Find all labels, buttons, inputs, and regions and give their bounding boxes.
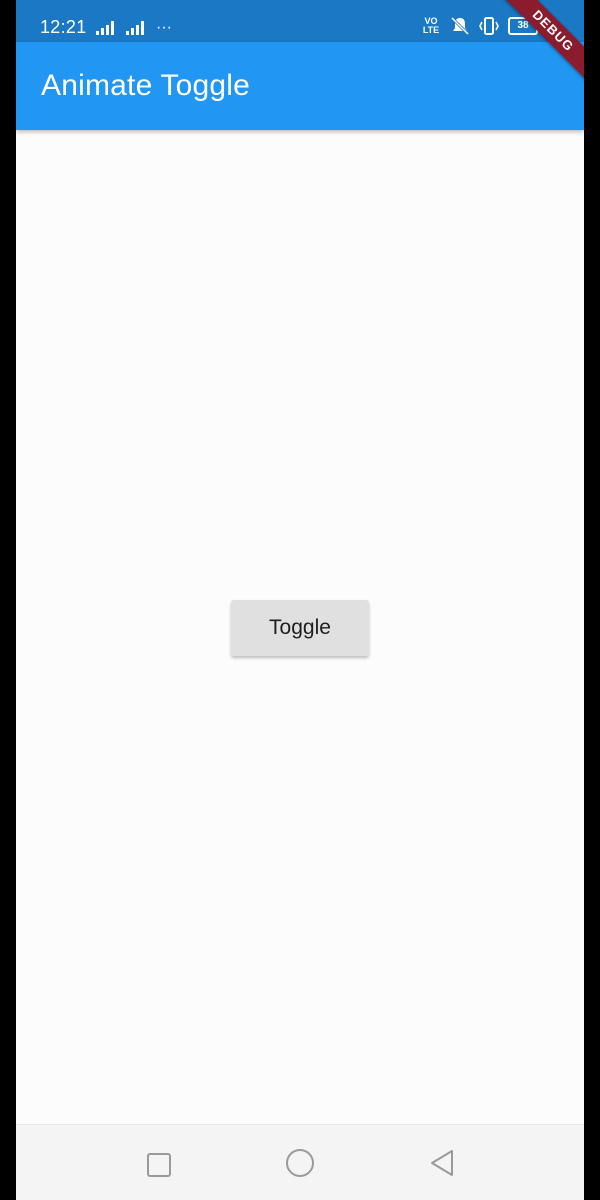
phone-screen: 12:21 ··· VO LTE 38 Animate Toggle DEBUG… — [16, 0, 584, 1200]
signal-icon — [126, 21, 144, 35]
status-bar: 12:21 ··· VO LTE 38 — [16, 0, 584, 42]
status-time: 12:21 — [40, 17, 87, 37]
vibrate-icon — [479, 17, 499, 35]
system-nav-bar — [16, 1124, 584, 1200]
app-bar: Animate Toggle — [16, 42, 584, 130]
toggle-button[interactable]: Toggle — [231, 600, 369, 656]
muted-icon — [450, 16, 470, 36]
page-title: Animate Toggle — [41, 69, 251, 102]
status-left-icons: ··· — [96, 17, 172, 36]
home-circle-icon[interactable] — [286, 1149, 314, 1177]
recents-square-icon[interactable] — [147, 1153, 171, 1177]
volte-icon: VO LTE — [422, 16, 440, 35]
more-icon: ··· — [156, 19, 172, 36]
signal-icon — [96, 21, 114, 35]
back-triangle-icon[interactable] — [428, 1149, 456, 1177]
